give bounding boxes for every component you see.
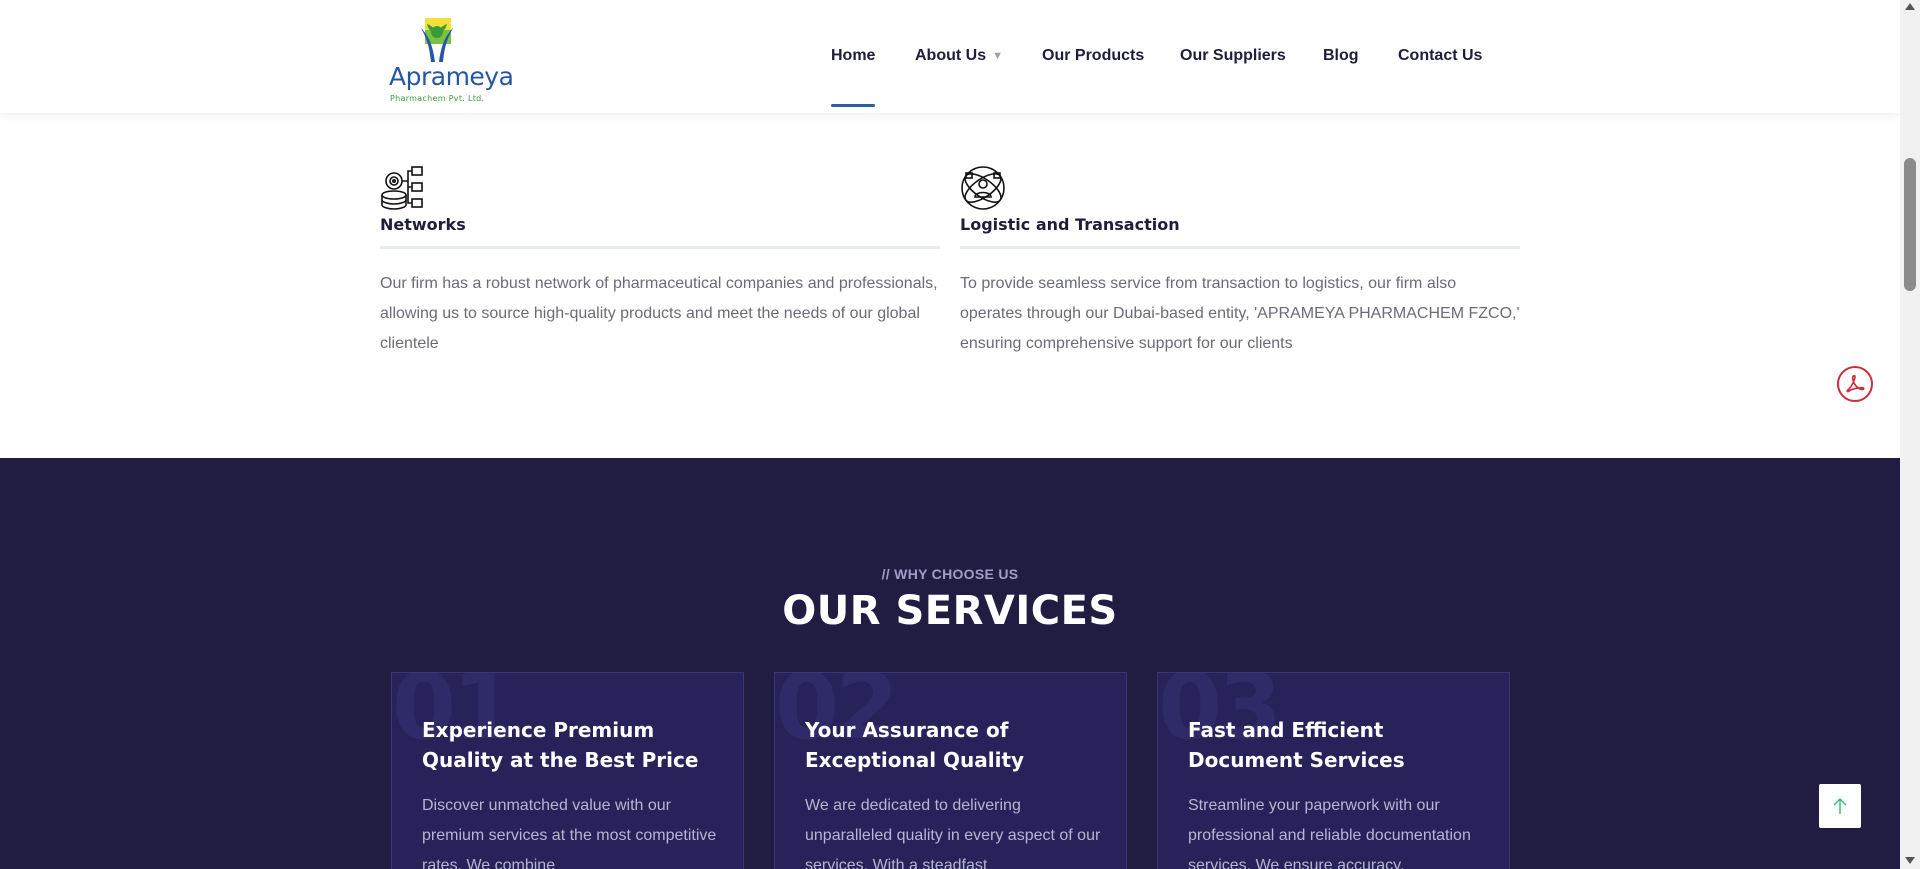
section-title: OUR SERVICES [782, 588, 1118, 634]
services-section: // WHY CHOOSE US OUR SERVICES 01 Experie… [0, 458, 1900, 869]
network-icon [381, 166, 423, 210]
card-title: Fast and Efficient Document Services [1188, 718, 1405, 772]
service-card[interactable]: 03 Fast and Efficient Document Services … [1157, 672, 1510, 869]
nav-active-indicator [831, 104, 875, 107]
nav-about-us[interactable]: About Us ▼ [915, 47, 1003, 65]
pdf-download-button[interactable] [1837, 366, 1873, 402]
scroll-down-icon[interactable] [1905, 857, 1915, 864]
scroll-up-icon[interactable] [1905, 3, 1915, 10]
card-title: Experience Premium Quality at the Best P… [422, 718, 699, 772]
chevron-down-icon: ▼ [992, 50, 1003, 62]
logistics-icon [961, 166, 1005, 210]
nav-home[interactable]: Home [831, 47, 875, 65]
nav-contact-us[interactable]: Contact Us [1398, 47, 1482, 65]
feature-title: Logistic and Transaction [960, 215, 1180, 234]
nav-blog[interactable]: Blog [1323, 47, 1359, 65]
page-scrollbar[interactable] [1900, 0, 1920, 869]
nav-about-us-label: About Us [915, 47, 987, 64]
divider [960, 246, 1520, 249]
section-eyebrow: // WHY CHOOSE US [881, 566, 1019, 582]
feature-description: To provide seamless service from transac… [960, 275, 1520, 352]
pdf-icon [1846, 374, 1865, 393]
arrow-up-icon [1833, 798, 1847, 814]
logo-text: Aprameya [389, 62, 514, 91]
card-title: Your Assurance of Exceptional Quality [805, 718, 1025, 772]
back-to-top-button[interactable] [1819, 784, 1861, 828]
feature-networks: Networks Our firm has a robust network o… [380, 165, 940, 359]
feature-logistics: Logistic and Transaction To provide seam… [960, 165, 1520, 359]
nav-our-suppliers[interactable]: Our Suppliers [1180, 47, 1286, 65]
divider [380, 246, 940, 249]
feature-description: Our firm has a robust network of pharmac… [380, 275, 938, 352]
scroll-thumb[interactable] [1904, 158, 1916, 291]
site-header: Aprameya Pharmachem Pvt. Ltd. Home About… [0, 0, 1900, 113]
nav-our-products[interactable]: Our Products [1042, 47, 1144, 65]
site-logo[interactable]: Aprameya Pharmachem Pvt. Ltd. [385, 14, 514, 103]
logo-tagline: Pharmachem Pvt. Ltd. [390, 94, 485, 103]
feature-title: Networks [380, 215, 466, 234]
card-description: Discover unmatched value with our premiu… [422, 797, 717, 869]
service-card[interactable]: 01 Experience Premium Quality at the Bes… [391, 672, 744, 869]
card-description: We are dedicated to delivering unparalle… [805, 797, 1101, 869]
card-description: Streamline your paperwork with our profe… [1188, 797, 1471, 869]
logo-mark-icon [421, 18, 453, 62]
service-card[interactable]: 02 Your Assurance of Exceptional Quality… [774, 672, 1127, 869]
